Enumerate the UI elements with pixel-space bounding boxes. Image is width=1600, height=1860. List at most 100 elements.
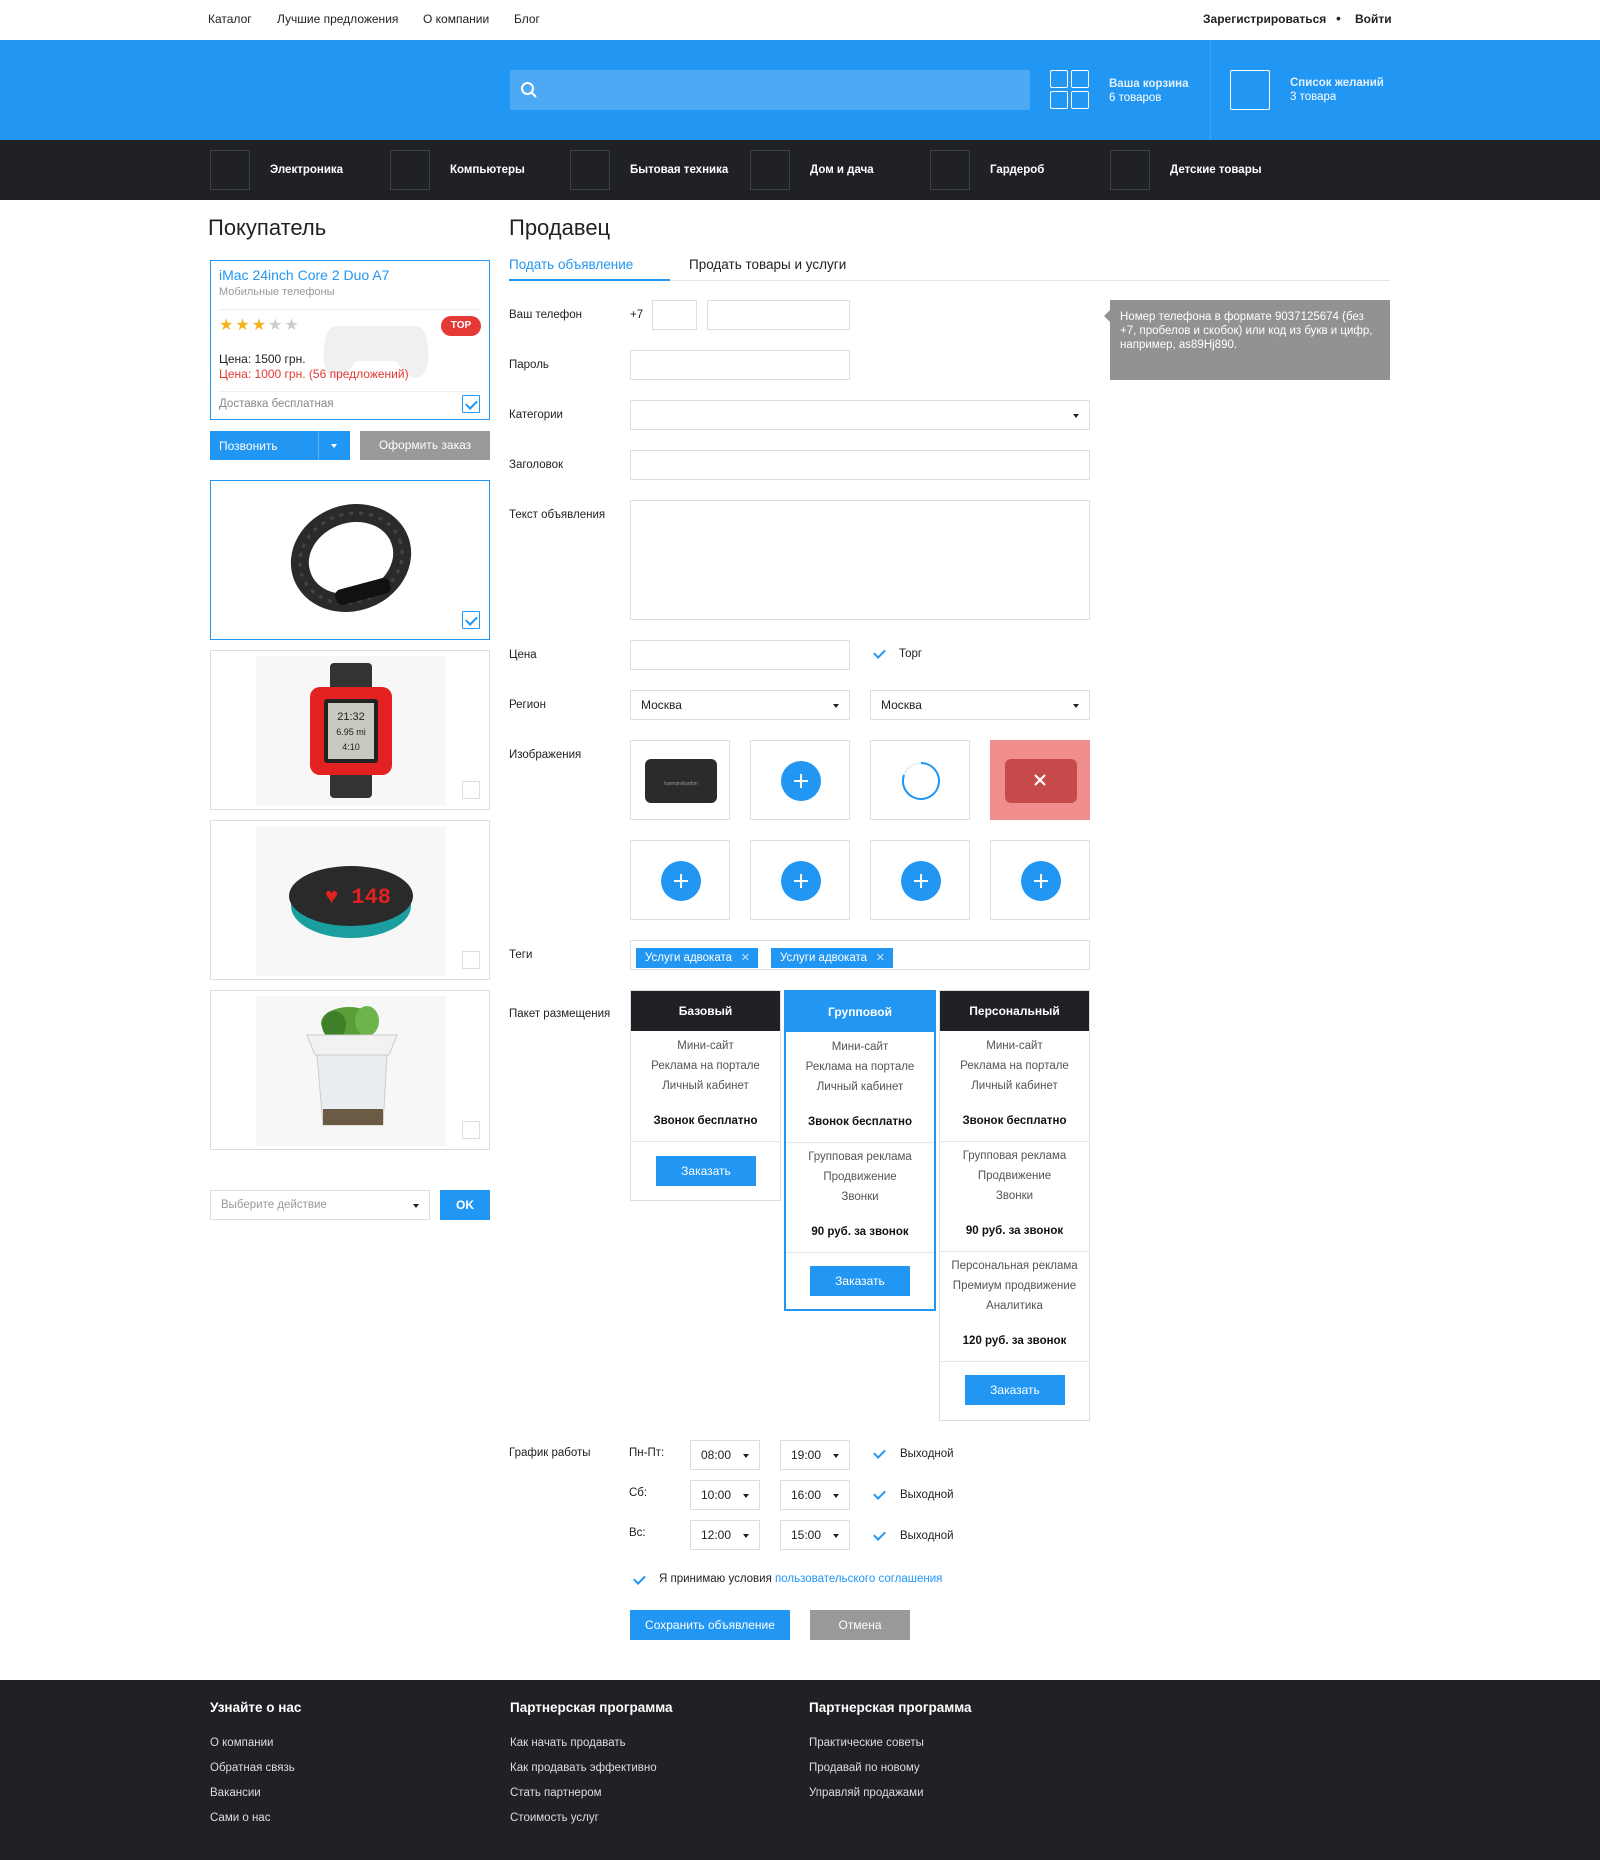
cart-icon[interactable] xyxy=(1050,70,1090,110)
footer-link[interactable]: Стоимость услуг xyxy=(510,1812,599,1824)
image-tile-uploaded[interactable]: harman/kardon xyxy=(630,740,730,820)
image-tile-remove[interactable] xyxy=(990,740,1090,820)
footer-link[interactable]: Стать партнером xyxy=(510,1787,602,1799)
phone-code-input[interactable] xyxy=(652,300,697,330)
footer-link[interactable]: Как начать продавать xyxy=(510,1737,626,1749)
price-new: Цена: 1000 грн. (56 предложений) xyxy=(219,367,409,381)
time-from-select[interactable]: 08:00 xyxy=(690,1440,760,1470)
product-card[interactable]: 21:32 6.95 mi 4:10 xyxy=(210,650,490,810)
dayoff-checkbox[interactable] xyxy=(871,1527,889,1545)
price-input[interactable] xyxy=(630,640,850,670)
region-select[interactable]: Москва xyxy=(630,690,850,720)
tab-sell-goods[interactable]: Продать товары и услуги xyxy=(689,257,846,272)
order-group-button[interactable]: Заказать xyxy=(810,1266,910,1296)
plus-icon[interactable] xyxy=(781,761,821,801)
agree-checkbox[interactable] xyxy=(631,1571,649,1589)
region-select-value: Москва xyxy=(641,698,682,712)
wishlist-icon[interactable] xyxy=(1230,70,1270,110)
cart-summary[interactable]: Ваша корзина 6 товаров xyxy=(1109,77,1189,105)
password-input[interactable] xyxy=(630,350,850,380)
remove-tag-icon[interactable]: ✕ xyxy=(741,948,750,968)
product-checkbox[interactable] xyxy=(462,395,480,413)
footer-link[interactable]: Продавай по новому xyxy=(809,1762,920,1774)
footer-link[interactable]: О компании xyxy=(210,1737,273,1749)
product-checkbox[interactable] xyxy=(462,781,480,799)
category-wardrobe[interactable]: Гардероб xyxy=(990,164,1044,176)
category-appliances[interactable]: Бытовая техника xyxy=(630,164,728,176)
product-card[interactable]: ♥ 148 xyxy=(210,820,490,980)
time-from-select[interactable]: 12:00 xyxy=(690,1520,760,1550)
checkout-button[interactable]: Оформить заказ xyxy=(360,431,490,460)
image-tile-add[interactable] xyxy=(750,840,850,920)
time-to-select[interactable]: 16:00 xyxy=(780,1480,850,1510)
plus-icon[interactable] xyxy=(901,861,941,901)
image-tile-add[interactable] xyxy=(870,840,970,920)
footer-link[interactable]: Как продавать эффективно xyxy=(510,1762,657,1774)
product-checkbox[interactable] xyxy=(462,951,480,969)
bargain-checkbox[interactable] xyxy=(871,645,889,663)
time-value: 10:00 xyxy=(701,1488,732,1502)
remove-tag-icon[interactable]: ✕ xyxy=(876,948,885,968)
footer-link[interactable]: Управляй продажами xyxy=(809,1787,924,1799)
chevron-down-icon[interactable] xyxy=(331,444,337,448)
category-computers[interactable]: Компьютеры xyxy=(450,164,525,176)
action-select-placeholder: Выберите действие xyxy=(221,1199,327,1211)
divider xyxy=(786,1142,934,1143)
plus-icon[interactable] xyxy=(661,861,701,901)
footer-column-title: Узнайте о нас xyxy=(210,1700,302,1715)
login-link[interactable]: Войти xyxy=(1355,12,1392,26)
order-personal-button[interactable]: Заказать xyxy=(965,1375,1065,1405)
tab-post-ad[interactable]: Подать объявление xyxy=(509,257,633,272)
ok-button[interactable]: OK xyxy=(440,1190,490,1220)
order-basic-button[interactable]: Заказать xyxy=(656,1156,756,1186)
wishlist-summary[interactable]: Список желаний 3 товара xyxy=(1290,76,1384,104)
terms-link[interactable]: пользовательского соглашения xyxy=(775,1573,942,1585)
category-kids[interactable]: Детские товары xyxy=(1170,164,1262,176)
dayoff-checkbox[interactable] xyxy=(871,1486,889,1504)
phone-number-input[interactable] xyxy=(707,300,850,330)
ad-text-textarea[interactable] xyxy=(630,500,1090,620)
product-card[interactable] xyxy=(210,480,490,640)
time-to-select[interactable]: 19:00 xyxy=(780,1440,850,1470)
action-select[interactable]: Выберите действие xyxy=(210,1190,430,1220)
topnav-link-about[interactable]: О компании xyxy=(423,12,489,26)
plus-icon[interactable] xyxy=(781,861,821,901)
image-tile-add[interactable] xyxy=(990,840,1090,920)
time-from-select[interactable]: 10:00 xyxy=(690,1480,760,1510)
footer-link[interactable]: Вакансии xyxy=(210,1787,261,1799)
footer-link[interactable]: Сами о нас xyxy=(210,1812,270,1824)
category-home[interactable]: Дом и дача xyxy=(810,164,874,176)
phone-prefix: +7 xyxy=(630,309,644,321)
call-button[interactable]: Позвонить xyxy=(210,431,350,460)
footer-link[interactable]: Практические советы xyxy=(809,1737,924,1749)
topnav-link-blog[interactable]: Блог xyxy=(514,12,540,26)
image-tile-add[interactable] xyxy=(630,840,730,920)
register-link[interactable]: Зарегистрироваться xyxy=(1203,12,1326,26)
image-tile-add[interactable] xyxy=(750,740,850,820)
footer-link[interactable]: Обратная связь xyxy=(210,1762,295,1774)
product-card-featured[interactable]: iMac 24inch Core 2 Duo A7 Мобильные теле… xyxy=(210,260,490,420)
package-price: Звонок бесплатно xyxy=(807,1116,913,1128)
phone-label: Ваш телефон xyxy=(509,309,582,321)
topnav-link-best-offers[interactable]: Лучшие предложения xyxy=(277,12,398,26)
divider xyxy=(940,1361,1089,1362)
time-to-select[interactable]: 15:00 xyxy=(780,1520,850,1550)
cancel-button[interactable]: Отмена xyxy=(810,1610,910,1640)
category-select[interactable] xyxy=(630,400,1090,430)
product-name[interactable]: iMac 24inch Core 2 Duo A7 xyxy=(219,267,389,283)
dayoff-checkbox[interactable] xyxy=(871,1445,889,1463)
product-checkbox[interactable] xyxy=(462,1121,480,1139)
city-select[interactable]: Москва xyxy=(870,690,1090,720)
topnav-link-catalog[interactable]: Каталог xyxy=(208,12,252,26)
package-feature: Продвижение xyxy=(823,1171,897,1183)
search-input[interactable] xyxy=(510,70,1030,110)
headline-input[interactable] xyxy=(630,450,1090,480)
images-label: Изображения xyxy=(509,749,582,761)
product-card[interactable] xyxy=(210,990,490,1150)
product-checkbox[interactable] xyxy=(462,611,480,629)
save-ad-button[interactable]: Сохранить объявление xyxy=(630,1610,790,1640)
tags-input[interactable]: Услуги адвоката ✕ Услуги адвоката ✕ xyxy=(630,940,1090,970)
plus-icon[interactable] xyxy=(1021,861,1061,901)
close-icon[interactable] xyxy=(1033,773,1047,787)
category-electronics[interactable]: Электроника xyxy=(270,164,343,176)
